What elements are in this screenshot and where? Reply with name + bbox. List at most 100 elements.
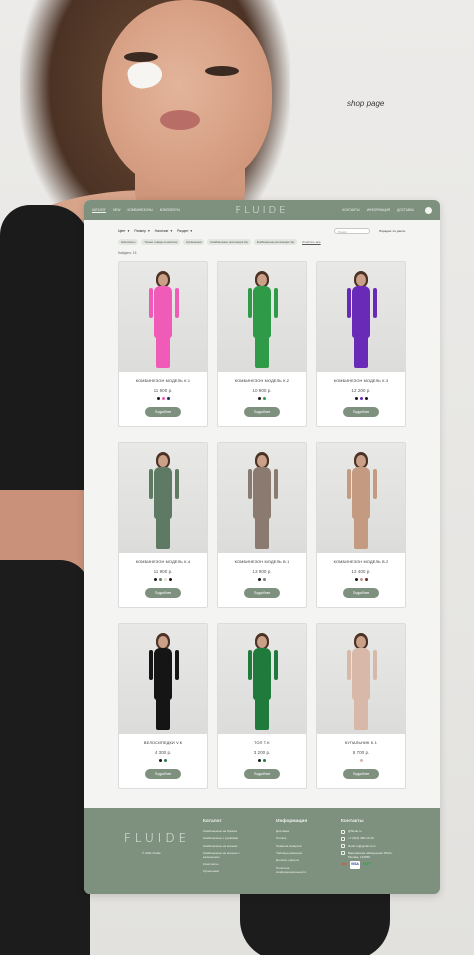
filter-section[interactable]: Раздел ▾ [177, 229, 192, 233]
product-title[interactable]: КУПАЛЬНИК K.1 [317, 741, 405, 745]
footer-link[interactable]: Комбинезоны на брюках [203, 828, 249, 835]
color-swatch[interactable] [364, 578, 368, 581]
color-swatch[interactable] [359, 759, 363, 762]
color-swatch[interactable] [159, 759, 162, 762]
nav-item-contacts[interactable]: КОНТАКТЫ [343, 208, 360, 212]
footer-link[interactable]: Договор оферты [276, 857, 320, 864]
chip-collection-2k[interactable]: Комбинезоны (коллекция 2к) [207, 239, 251, 245]
color-swatch[interactable] [164, 759, 167, 762]
footer-link[interactable]: Таблица размеров [276, 850, 320, 857]
color-swatch[interactable] [359, 578, 363, 581]
product-card[interactable]: КОМБИНЕЗОН МОДЕЛЬ К.3 12 200 р. Подробне… [316, 261, 406, 427]
product-title[interactable]: ТОП T.K [218, 741, 306, 745]
footer-link[interactable]: Купальники [203, 868, 249, 875]
product-photo[interactable] [317, 443, 405, 553]
color-swatch[interactable] [154, 578, 157, 581]
contact-email[interactable]: fluide.ru@gmail.com [348, 843, 375, 850]
chip-sets[interactable]: Комплекты [118, 239, 139, 245]
details-button[interactable]: Подробнее [145, 407, 181, 417]
filter-size[interactable]: Размер ▾ [134, 229, 149, 233]
nav-item-jumpsuits[interactable]: КОМБИНЕЗОНЫ [128, 208, 153, 212]
product-title[interactable]: КОМБИНЕЗОН МОДЕЛЬ К.2 [218, 379, 306, 383]
search-input[interactable]: Поиск [334, 228, 371, 234]
filter-color[interactable]: Цвет ▾ [118, 229, 129, 233]
details-button[interactable]: Подробнее [244, 588, 280, 598]
color-swatch[interactable] [164, 578, 167, 581]
footer-link[interactable]: Правила возврата [276, 843, 320, 850]
footer-link[interactable]: Комбинезоны на молнии с капюшоном [203, 851, 249, 859]
product-photo[interactable] [317, 262, 405, 372]
color-swatch[interactable] [359, 397, 363, 400]
nav-item-catalog[interactable]: КАТАЛОГ [92, 208, 106, 212]
product-title[interactable]: КОМБИНЕЗОН МОДЕЛЬ К.1 [119, 379, 207, 383]
profile-icon[interactable] [425, 206, 432, 214]
product-photo[interactable] [119, 443, 207, 553]
details-button[interactable]: Подробнее [343, 407, 379, 417]
color-swatch[interactable] [354, 397, 358, 400]
results-count: Найдено: 15 [118, 251, 137, 255]
clear-filters-link[interactable]: Очистить все [302, 240, 321, 244]
product-title[interactable]: КОМБИНЕЗОН МОДЕЛЬ В.2 [317, 560, 405, 564]
product-card[interactable]: ВЕЛОСИПЕДКИ V.К 4 300 р. Подробнее [118, 623, 208, 789]
product-card[interactable]: КОМБИНЕЗОН МОДЕЛЬ В.2 12 400 р. Подробне… [316, 442, 406, 608]
product-title[interactable]: КОМБИНЕЗОН МОДЕЛЬ К.3 [317, 379, 405, 383]
product-title[interactable]: ВЕЛОСИПЕДКИ V.К [119, 741, 207, 745]
product-photo[interactable] [218, 624, 306, 734]
product-title[interactable]: КОМБИНЕЗОН МОДЕЛЬ В.1 [218, 560, 306, 564]
color-swatch[interactable] [263, 578, 266, 581]
product-photo[interactable] [317, 624, 405, 734]
color-swatch[interactable] [263, 397, 266, 400]
footer-link[interactable]: Комбинезоны на молнии [203, 843, 249, 850]
product-photo[interactable] [119, 262, 207, 372]
nav-item-sets[interactable]: КОМПЛЕКТЫ [160, 208, 180, 212]
chip-swimsuits[interactable]: Купальники [183, 239, 205, 245]
color-swatch[interactable] [354, 578, 358, 581]
details-button[interactable]: Подробнее [343, 588, 379, 598]
filter-availability[interactable]: Наличие ▾ [155, 229, 172, 233]
product-card[interactable]: КОМБИНЕЗОН МОДЕЛЬ К.4 11 900 р. Подробне… [118, 442, 208, 608]
color-swatches [317, 759, 405, 762]
product-title[interactable]: КОМБИНЕЗОН МОДЕЛЬ К.4 [119, 560, 207, 564]
color-swatch[interactable] [156, 397, 160, 400]
nav-item-info[interactable]: ИНФОРМАЦИЯ [367, 208, 390, 212]
contact-instagram[interactable]: @fluide.ru [348, 828, 362, 835]
chip-in-stock[interactable]: Только товары в наличии [141, 239, 181, 245]
footer-link[interactable]: Комбинезоны с рукавами [203, 835, 249, 842]
footer-link[interactable]: Оплата [276, 835, 320, 842]
product-photo[interactable] [218, 443, 306, 553]
details-button[interactable]: Подробнее [145, 769, 181, 779]
color-swatch[interactable] [166, 397, 170, 400]
footer-link[interactable]: Доставка [276, 828, 320, 835]
details-button[interactable]: Подробнее [244, 769, 280, 779]
brand-logo[interactable]: FLUIDE [235, 205, 288, 216]
product-card[interactable]: КУПАЛЬНИК K.1 5 700 р. Подробнее [316, 623, 406, 789]
color-swatch[interactable] [161, 397, 165, 400]
filter-bar: Цвет ▾ Размер ▾ Наличие ▾ Раздел ▾ Поиск Пор… [118, 228, 406, 234]
color-swatch[interactable] [263, 759, 266, 762]
product-photo[interactable] [119, 624, 207, 734]
color-swatch[interactable] [169, 578, 172, 581]
product-card[interactable]: КОМБИНЕЗОН МОДЕЛЬ К.2 10 900 р. Подробне… [217, 261, 307, 427]
nav-item-new[interactable]: NEW [113, 208, 120, 212]
color-swatch[interactable] [364, 397, 368, 400]
chip-collection-1k[interactable]: Комбинезоны (коллекция 1к) [253, 239, 298, 245]
product-card[interactable]: ТОП T.K 3 200 р. Подробнее [217, 623, 307, 789]
color-swatch[interactable] [258, 578, 261, 581]
footer-link[interactable]: Политика конфиденциальности [276, 866, 320, 874]
sort-select[interactable]: Порядок: по умолч. [379, 229, 406, 233]
details-button[interactable]: Подробнее [145, 588, 181, 598]
color-swatch[interactable] [258, 397, 261, 400]
contact-phone[interactable]: +7 (916) 286-13-40 [348, 835, 374, 842]
footer-logo[interactable]: FLUIDE [124, 831, 190, 845]
details-button[interactable]: Подробнее [343, 769, 379, 779]
product-card[interactable]: КОМБИНЕЗОН МОДЕЛЬ В.1 13 900 р. Подробне… [217, 442, 307, 608]
product-grid: КОМБИНЕЗОН МОДЕЛЬ К.1 11 900 р. Подробне… [118, 261, 406, 789]
color-swatch[interactable] [258, 759, 261, 762]
product-photo[interactable] [218, 262, 306, 372]
nav-item-delivery[interactable]: ДОСТАВКА [397, 208, 414, 212]
product-card[interactable]: КОМБИНЕЗОН МОДЕЛЬ К.1 11 900 р. Подробне… [118, 261, 208, 427]
footer-link[interactable]: Комплекты [203, 861, 249, 868]
details-button[interactable]: Подробнее [244, 407, 280, 417]
top-nav: КАТАЛОГ NEW КОМБИНЕЗОНЫ КОМПЛЕКТЫ FLUIDE… [84, 200, 440, 220]
color-swatch[interactable] [159, 578, 162, 581]
